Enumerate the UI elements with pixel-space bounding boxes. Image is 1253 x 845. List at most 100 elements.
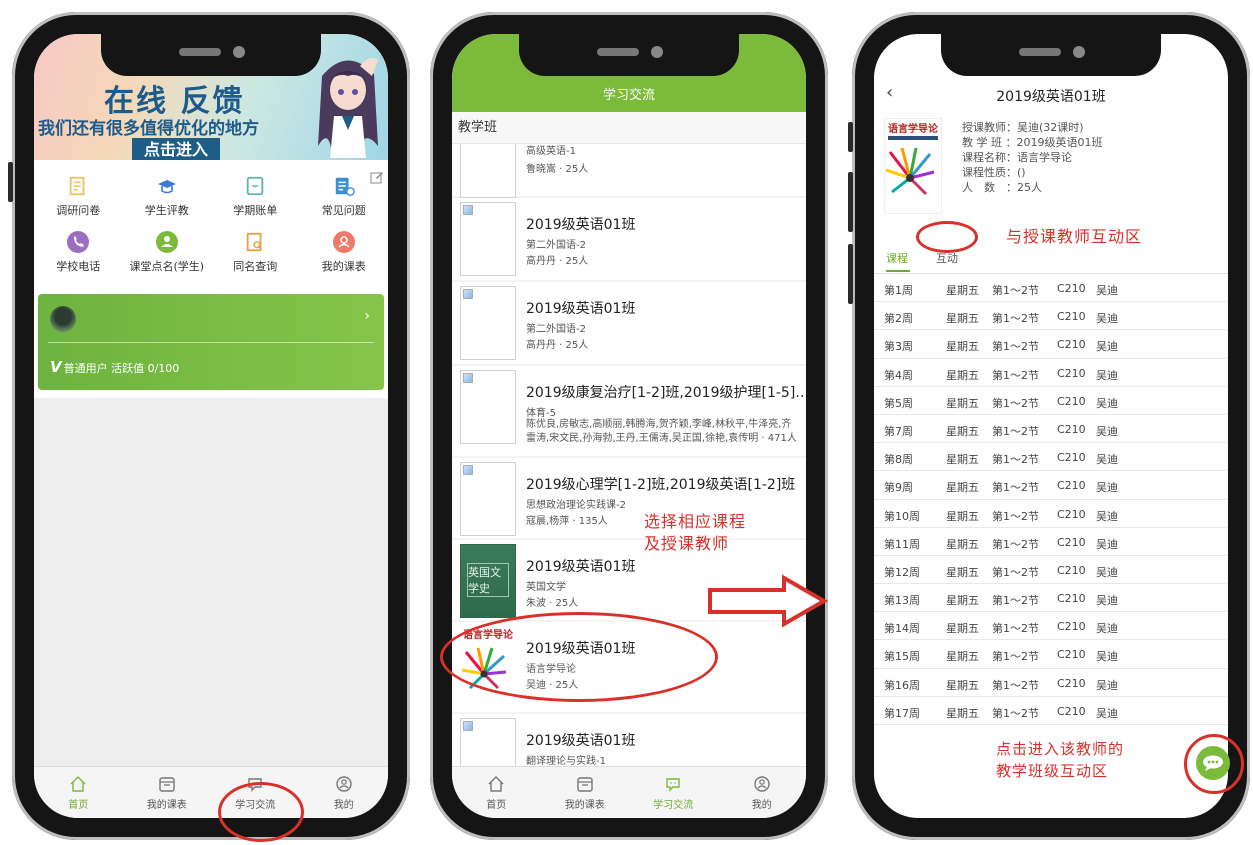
home-icon xyxy=(69,775,87,793)
period-cell: 第1～2节 xyxy=(992,453,1039,467)
course-item[interactable]: 2019级康复治疗[1-2]班,2019级护理[1-5]班,... 体育-5 陈优良… xyxy=(452,366,806,456)
chevron-right-icon[interactable]: › xyxy=(364,308,370,324)
day-cell: 星期五 xyxy=(946,650,979,664)
teacher-cell: 吴迪 xyxy=(1096,678,1118,692)
grid-item[interactable]: 学期账单 xyxy=(211,174,300,222)
book-cover-image: 语言学导论 xyxy=(884,118,942,214)
grid-item[interactable]: 调研问卷 xyxy=(34,174,123,222)
class-detail-screen: ‹ 2019级英语01班 语言学导论 授课教师：吴迪(32课时) 教 学 班 ：… xyxy=(874,34,1228,818)
tab-calendar[interactable]: 我的课表 xyxy=(541,767,630,818)
schedule-row: 第10周 星期五 第1～2节 C210 吴迪 xyxy=(874,500,1228,528)
course-item[interactable]: 2019级心理学[1-2]班,2019级英语[1-2]班 思想政治理论实践课-2 寇… xyxy=(452,458,806,538)
week-cell: 第14周 xyxy=(884,622,920,636)
tab-course[interactable]: 课程 xyxy=(886,250,908,266)
calendar-icon xyxy=(576,775,594,793)
course-subject: 高级英语-1 xyxy=(526,146,576,157)
annotation-choose-course: 选择相应课程 及授课教师 xyxy=(644,511,746,555)
banner-enter-button[interactable]: 点击进入 xyxy=(132,138,221,162)
notch xyxy=(941,34,1161,76)
home-icon xyxy=(487,775,505,793)
grid-item[interactable]: 我的课表 xyxy=(300,230,389,278)
bill-icon xyxy=(243,174,267,198)
thumbnail-placeholder xyxy=(460,286,516,360)
tab-label: 我的课表 xyxy=(146,800,187,811)
teacher-cell: 吴迪 xyxy=(1096,706,1118,720)
course-teacher: 高丹丹 · 25人 xyxy=(526,256,589,267)
day-cell: 星期五 xyxy=(946,481,979,495)
schedule-list: 第1周 星期五 第1～2节 C210 吴迪 第2周 星期五 第1～2节 C210… xyxy=(874,274,1228,725)
week-cell: 第1周 xyxy=(884,284,913,297)
tab-label: 首页 xyxy=(486,800,507,811)
schedule-row: 第16周 星期五 第1～2节 C210 吴迪 xyxy=(874,669,1228,697)
activity-text: 普通用户 活跃值 0/100 xyxy=(63,362,180,375)
course-item[interactable]: 2019级英语01班 第二外国语-2 高丹丹 · 25人 xyxy=(452,282,806,364)
avatar[interactable] xyxy=(50,306,76,332)
course-class-name: 2019级英语01班 xyxy=(526,559,636,575)
volume-button xyxy=(8,162,13,202)
period-cell: 第1～2节 xyxy=(992,706,1039,720)
grid-item[interactable]: 同名查询 xyxy=(211,230,300,278)
tab-calendar[interactable]: 我的课表 xyxy=(123,767,212,818)
week-cell: 第7周 xyxy=(884,424,913,438)
period-cell: 第1～2节 xyxy=(992,424,1039,438)
book-cover-image: 英国文学史 xyxy=(460,544,516,618)
chat-icon xyxy=(664,775,682,793)
day-cell: 星期五 xyxy=(946,706,979,720)
schedule-row: 第8周 星期五 第1～2节 C210 吴迪 xyxy=(874,443,1228,472)
tab-chat[interactable]: 学习交流 xyxy=(629,767,718,818)
grid-item-label: 同名查询 xyxy=(233,260,278,273)
thumbnail-placeholder xyxy=(460,144,516,198)
grid-item-label: 调研问卷 xyxy=(56,204,101,217)
tab-home[interactable]: 首页 xyxy=(452,767,541,818)
section-label: 教学班 xyxy=(452,112,806,144)
tab-user[interactable]: 我的 xyxy=(718,767,807,818)
room-cell: C210 xyxy=(1057,620,1086,634)
day-cell: 星期五 xyxy=(946,284,979,297)
grid-item[interactable]: 学生评教 xyxy=(123,174,212,222)
tab-user[interactable]: 我的 xyxy=(300,767,389,818)
course-item[interactable]: 2019级英语01班翻译理论与实践-1付有龙,谭鹏 · 25人 xyxy=(452,714,806,766)
home-screen: 在线 反馈 我们还有很多值得优化的地方 点击进入 调研问卷 学生评教 学期账单 … xyxy=(34,34,388,818)
notch xyxy=(101,34,321,76)
grid-item[interactable]: 常见问题 xyxy=(300,174,389,222)
period-cell: 第1～2节 xyxy=(992,284,1039,297)
annotation-line: 点击进入该教师的 xyxy=(996,740,1125,758)
tab-label: 首页 xyxy=(68,800,89,811)
week-cell: 第4周 xyxy=(884,368,913,382)
divider xyxy=(48,342,374,343)
grid-item-label: 学期账单 xyxy=(233,204,278,217)
grid-item[interactable]: 课堂点名(学生) xyxy=(123,230,212,278)
course-teacher: 鲁晓嵩 · 25人 xyxy=(526,164,589,175)
highlight-ellipse xyxy=(916,221,978,253)
thumbnail-placeholder xyxy=(460,370,516,444)
day-cell: 星期五 xyxy=(946,537,979,551)
course-item[interactable]: 2019级英语01班 第二外国语-2 高丹丹 · 25人 xyxy=(452,198,806,280)
day-cell: 星期五 xyxy=(946,424,979,438)
schedule-row: 第15周 星期五 第1～2节 C210 吴迪 xyxy=(874,640,1228,669)
schedule-row: 第3周 星期五 第1～2节 C210 吴迪 xyxy=(874,330,1228,359)
course-item[interactable]: 高级英语-1 鲁晓嵩 · 25人 xyxy=(452,144,806,198)
day-cell: 星期五 xyxy=(946,396,979,410)
teacher-cell: 吴迪 xyxy=(1096,396,1118,410)
room-cell: C210 xyxy=(1057,592,1086,606)
course-subject: 第二外国语-2 xyxy=(526,240,586,251)
tab-home[interactable]: 首页 xyxy=(34,767,123,818)
book-cover-title: 英国文学史 xyxy=(467,563,509,597)
period-cell: 第1～2节 xyxy=(992,481,1039,495)
evaluation-icon xyxy=(155,174,179,198)
room-cell: C210 xyxy=(1057,479,1086,493)
highlight-ellipse xyxy=(1184,734,1244,794)
course-class-name: 2019级康复治疗[1-2]班,2019级护理[1-5]班,... xyxy=(526,385,806,401)
tab-label: 我的课表 xyxy=(564,800,605,811)
room-cell: C210 xyxy=(1057,310,1086,324)
grid-item[interactable]: 学校电话 xyxy=(34,230,123,278)
info-lines: 授课教师：吴迪(32课时) 教 学 班 ：2019级英语01班 课程名称：语言学… xyxy=(962,120,1102,195)
week-cell: 第10周 xyxy=(884,509,920,523)
bottom-tab-bar: 首页 我的课表 学习交流 我的 xyxy=(34,766,388,818)
user-card[interactable]: › V 普通用户 活跃值 0/100 xyxy=(38,294,384,390)
teacher-cell: 吴迪 xyxy=(1096,594,1118,608)
course-subject: 英国文学 xyxy=(526,582,566,593)
teacher-cell: 吴迪 xyxy=(1096,565,1118,579)
room-cell: C210 xyxy=(1057,451,1086,465)
tab-label: 我的 xyxy=(751,800,772,811)
